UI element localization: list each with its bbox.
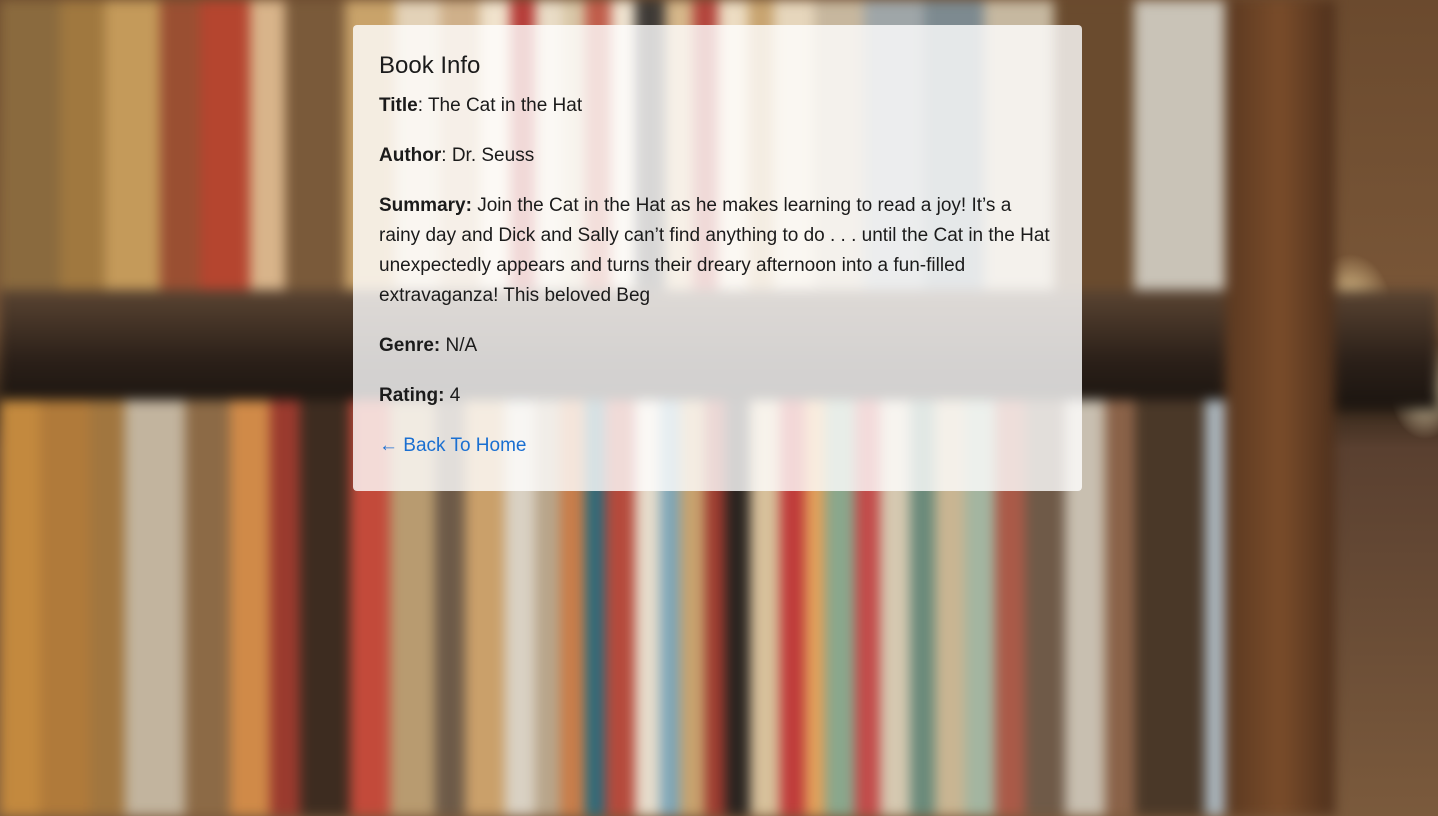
genre-label: Genre: [379,335,441,356]
book-title-row: Title: The Cat in the Hat [379,91,1056,121]
arrow-left-icon: ← [379,435,398,456]
page-title: Book Info [379,52,481,79]
book-rating-row: Rating: 4 [379,381,1056,411]
title-separator: : [417,95,428,116]
book-author-row: Author: Dr. Seuss [379,141,1056,171]
genre-value: N/A [445,335,478,356]
title-value: The Cat in the Hat [427,95,583,116]
book-summary-row: Summary: Join the Cat in the Hat as he m… [379,191,1056,311]
author-separator: : [441,145,452,166]
book-info-card: Book Info Title: The Cat in the Hat Auth… [353,25,1082,491]
summary-value: Join the Cat in the Hat as he makes lear… [379,195,1050,306]
summary-label: Summary: [379,195,472,216]
rating-label: Rating: [379,385,445,406]
rating-value: 4 [449,385,461,406]
author-label: Author [379,145,442,166]
book-genre-row: Genre: N/A [379,331,1056,361]
title-label: Title [379,95,418,116]
wooden-shelf-frame [1225,0,1335,816]
author-value: Dr. Seuss [451,145,535,166]
back-to-home-label: Back To Home [403,435,527,456]
back-to-home-link[interactable]: ← Back To Home [379,431,526,461]
